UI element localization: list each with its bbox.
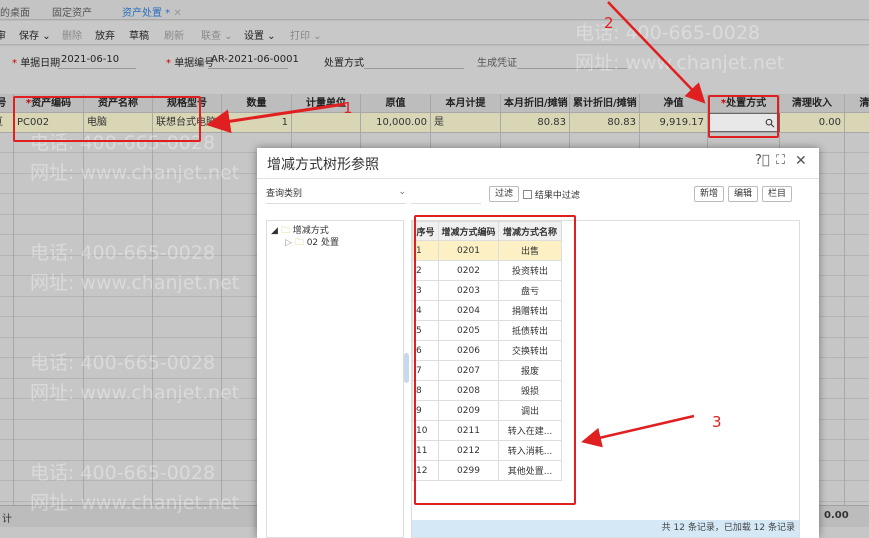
arrow-3 (581, 414, 695, 448)
annotation-number-3: 3 (712, 413, 722, 431)
annotation-number-1: 1 (343, 99, 353, 117)
arrow-2 (607, 1, 706, 104)
annotation-arrows (206, 1, 706, 448)
arrow-1 (206, 102, 346, 134)
annotation-number-2: 2 (604, 14, 614, 32)
